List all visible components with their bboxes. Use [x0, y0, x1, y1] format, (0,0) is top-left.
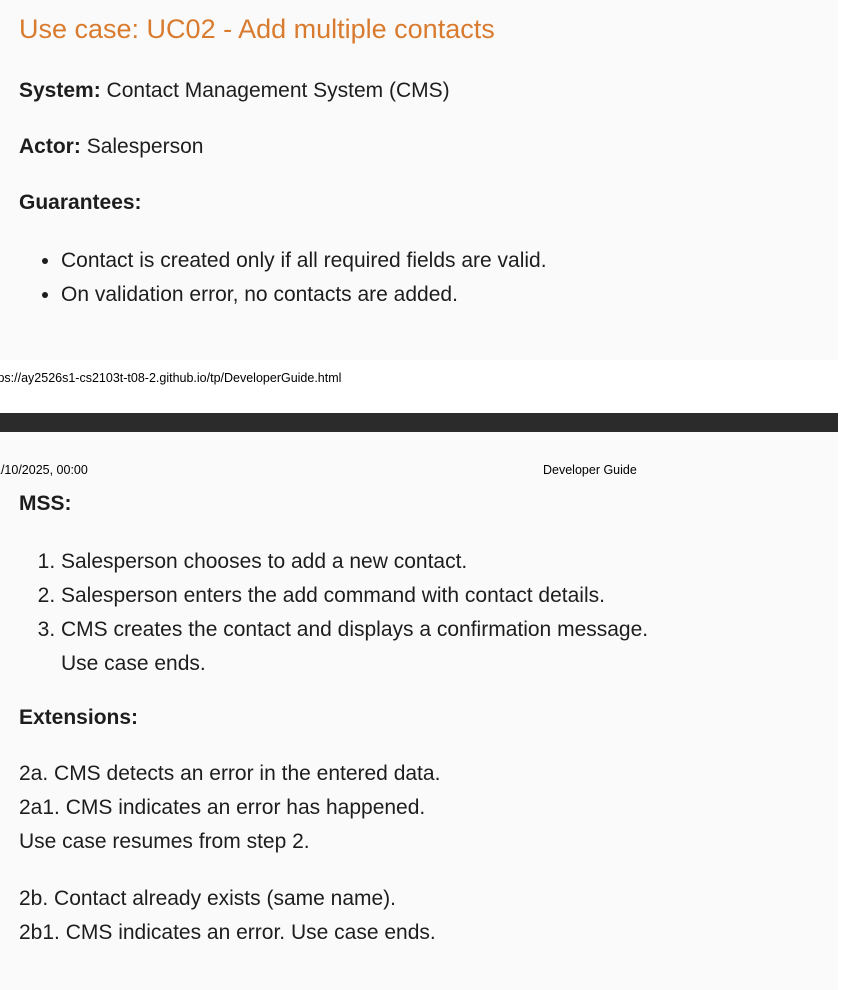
system-value: Contact Management System (CMS): [106, 79, 450, 102]
guarantee-item: Contact is created only if all required …: [61, 244, 547, 278]
mss-step-text: CMS creates the contact and displays a c…: [61, 618, 649, 641]
use-case-title: Use case: UC02 - Add multiple contacts: [19, 14, 495, 44]
guarantees-label: Guarantees:: [19, 191, 142, 214]
extension-line: 2a. CMS detects an error in the entered …: [19, 762, 441, 785]
actor-label: Actor:: [19, 135, 81, 158]
actor-field: Actor: Salesperson: [19, 135, 203, 159]
guarantees-heading: Guarantees:: [19, 191, 142, 215]
mss-end-note: Use case ends.: [61, 652, 206, 675]
print-date: 1/10/2025, 00:00: [0, 463, 88, 477]
extension-line: 2a1. CMS indicates an error has happened…: [19, 796, 426, 819]
print-url: tps://ay2526s1-cs2103t-t08-2.github.io/t…: [0, 371, 342, 385]
system-label: System:: [19, 79, 101, 102]
mss-steps-list: Salesperson chooses to add a new contact…: [19, 545, 648, 681]
mss-step: Salesperson chooses to add a new contact…: [61, 545, 648, 579]
page-break-divider: [0, 413, 838, 432]
system-field: System: Contact Management System (CMS): [19, 79, 450, 103]
mss-label: MSS:: [19, 492, 72, 515]
mss-heading: MSS:: [19, 492, 72, 516]
extension-line: 2b. Contact already exists (same name).: [19, 887, 396, 910]
extension-line: Use case resumes from step 2.: [19, 830, 310, 853]
print-page-title: Developer Guide: [543, 463, 637, 477]
extensions-heading: Extensions:: [19, 706, 138, 730]
guarantees-list: Contact is created only if all required …: [19, 244, 547, 312]
actor-value: Salesperson: [86, 135, 204, 158]
mss-step: Salesperson enters the add command with …: [61, 579, 648, 613]
mss-step: CMS creates the contact and displays a c…: [61, 613, 648, 681]
guarantee-item: On validation error, no contacts are add…: [61, 278, 547, 312]
extension-line: 2b1. CMS indicates an error. Use case en…: [19, 921, 436, 944]
extensions-label: Extensions:: [19, 706, 139, 729]
